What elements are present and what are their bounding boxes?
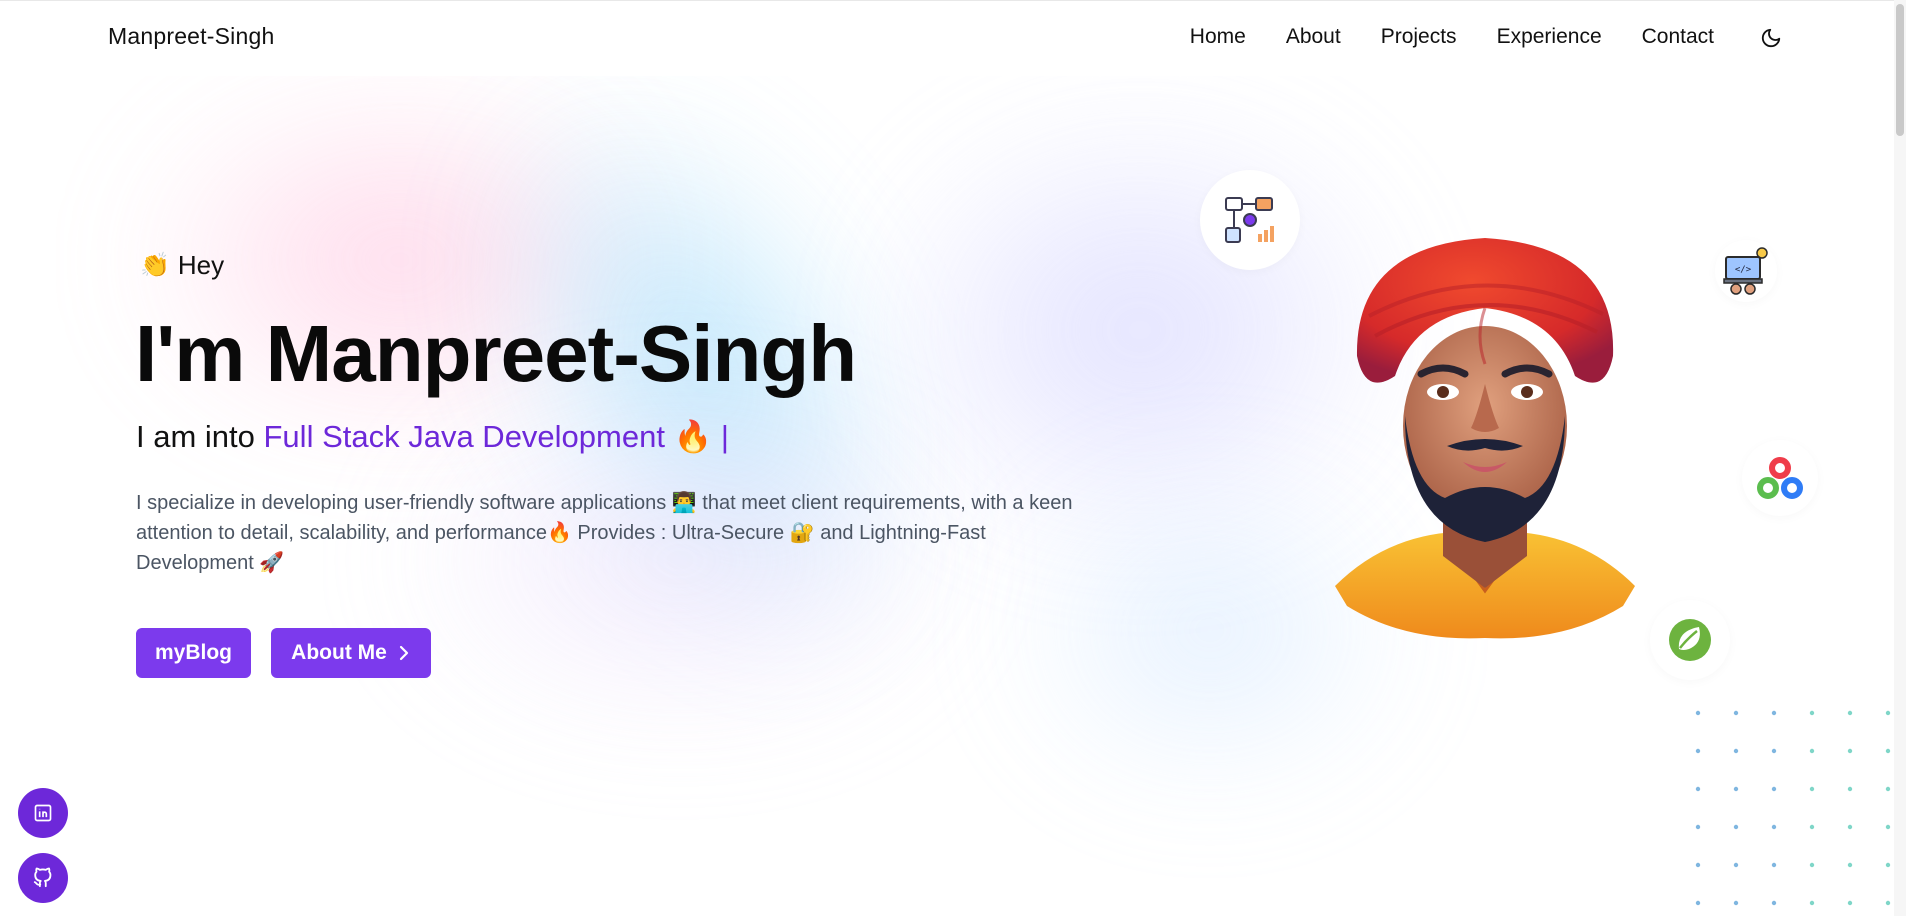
decorative-dot	[1885, 786, 1891, 792]
linkedin-button[interactable]	[18, 788, 68, 838]
github-button[interactable]	[18, 853, 68, 903]
decorative-dot	[1771, 824, 1777, 830]
portfolio-page: Manpreet-Singh Home About Projects Exper…	[0, 0, 1906, 916]
decorative-dot	[1695, 710, 1701, 716]
spring-leaf-icon	[1669, 619, 1711, 661]
fire-emoji-icon: 🔥	[673, 419, 713, 454]
decorative-dot	[1885, 862, 1891, 868]
decorative-dot	[1809, 900, 1815, 906]
greeting-text: Hey	[177, 250, 225, 280]
typed-role: Full Stack Java Development	[263, 419, 665, 454]
nav-link-home[interactable]: Home	[1190, 25, 1246, 49]
decorative-dot	[1847, 786, 1853, 792]
decorative-dot	[1695, 862, 1701, 868]
decorative-dot	[1847, 748, 1853, 754]
nav-link-projects[interactable]: Projects	[1381, 25, 1457, 49]
decorative-dot	[1695, 824, 1701, 830]
decorative-dot	[1885, 748, 1891, 754]
developer-laptop-icon: </>	[1723, 247, 1768, 295]
nav-link-about[interactable]: About	[1286, 25, 1341, 49]
page-scrollbar[interactable]	[1894, 0, 1906, 916]
decorative-dot	[1885, 710, 1891, 716]
decorative-dot	[1695, 900, 1701, 906]
subtitle-prefix: I am into	[136, 419, 264, 454]
typing-cursor: |	[720, 419, 729, 454]
brand-logo[interactable]: Manpreet-Singh	[108, 23, 274, 50]
workflow-icon	[1225, 197, 1274, 243]
svg-text:</>: </>	[1735, 265, 1752, 275]
opencv-icon	[1757, 457, 1803, 499]
hero-subtitle: I am into Full Stack Java Development 🔥 …	[136, 418, 729, 455]
greeting: 👏 Hey	[140, 250, 224, 281]
chevron-right-icon	[399, 645, 408, 661]
decorative-dot	[1809, 748, 1815, 754]
avatar-illustration	[1335, 238, 1635, 639]
about-me-button-label: About Me	[291, 641, 387, 664]
decorative-dot	[1733, 786, 1739, 792]
decorative-dot	[1809, 824, 1815, 830]
decorative-dot	[1771, 710, 1777, 716]
workflow-badge	[1200, 170, 1300, 270]
myblog-button-label: myBlog	[154, 641, 232, 664]
decorative-dot	[1809, 862, 1815, 868]
decorative-dot	[1771, 786, 1777, 792]
myblog-button[interactable]: myBlog	[136, 628, 251, 678]
decorative-dot	[1771, 748, 1777, 754]
hero-description: I specialize in developing user-friendly…	[136, 492, 1073, 574]
decorative-dot	[1733, 900, 1739, 906]
hero-title: I'm Manpreet-Singh	[135, 309, 857, 398]
scrollbar-thumb[interactable]	[1896, 4, 1904, 136]
decorative-dot	[1847, 900, 1853, 906]
decorative-dot	[1733, 710, 1739, 716]
linkedin-icon	[34, 804, 52, 822]
github-icon	[33, 867, 52, 888]
decorative-dot	[1695, 748, 1701, 754]
decorative-dot	[1771, 900, 1777, 906]
developer-badge: </>	[1715, 240, 1777, 302]
nav-link-experience[interactable]: Experience	[1497, 25, 1602, 49]
nav-links: Home About Projects Experience Contact	[1190, 25, 1714, 49]
clap-emoji-icon: 👏	[140, 252, 170, 279]
decorative-dot	[1847, 710, 1853, 716]
spring-badge	[1650, 600, 1730, 680]
decorative-dot	[1847, 824, 1853, 830]
decorative-dot	[1847, 862, 1853, 868]
decorative-dot	[1809, 710, 1815, 716]
navbar: Manpreet-Singh Home About Projects Exper…	[0, 0, 1906, 76]
decorative-dots-grid	[1695, 710, 1891, 906]
theme-toggle-button[interactable]	[1760, 27, 1782, 49]
decorative-dot	[1885, 824, 1891, 830]
decorative-dot	[1733, 824, 1739, 830]
decorative-dot	[1733, 748, 1739, 754]
nav-link-contact[interactable]: Contact	[1642, 25, 1714, 49]
decorative-dot	[1885, 900, 1891, 906]
decorative-dot	[1695, 786, 1701, 792]
about-me-button[interactable]: About Me	[271, 628, 431, 678]
decorative-dot	[1809, 786, 1815, 792]
moon-icon	[1761, 28, 1781, 48]
opencv-badge	[1742, 440, 1818, 516]
decorative-dot	[1733, 862, 1739, 868]
decorative-dot	[1771, 862, 1777, 868]
